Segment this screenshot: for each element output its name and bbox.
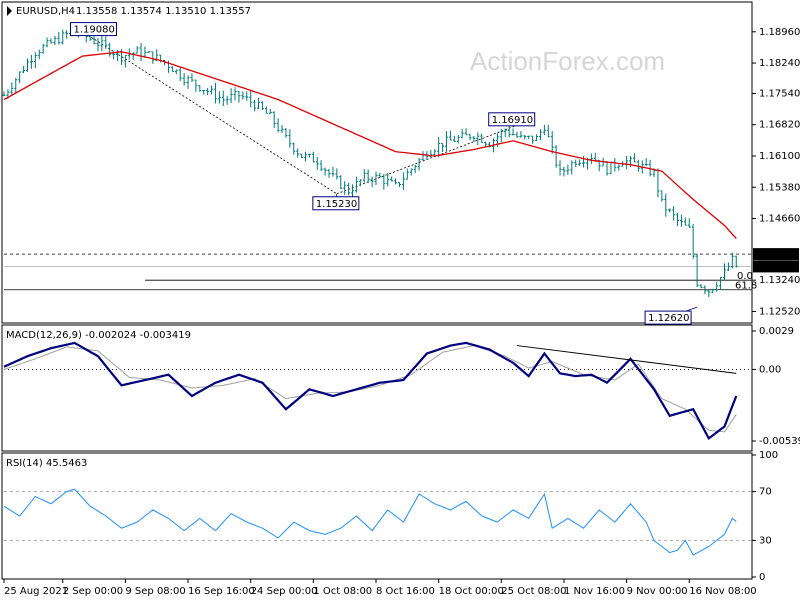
time-tick-label: 9 Sep 08:00 bbox=[125, 586, 185, 597]
fib-label-61-8: 61.8 bbox=[735, 281, 757, 292]
header-symbol: EURUSD,H4 bbox=[16, 6, 75, 17]
rsi-tick-label: 30 bbox=[759, 535, 772, 546]
header-ohlc: 1.13558 1.13574 1.13510 1.13557 bbox=[76, 6, 251, 17]
annotation-label: 1.12620 bbox=[648, 313, 689, 324]
price-tick-label: 1.15380 bbox=[759, 182, 800, 193]
rsi-tick-label: 0 bbox=[759, 572, 765, 583]
time-tick-label: 1 Nov 16:00 bbox=[564, 586, 625, 597]
macd-title: MACD(12,26,9) -0.002024 -0.003419 bbox=[6, 330, 191, 341]
rsi-layer: 100 70 30 0 bbox=[3, 450, 778, 583]
price-tick-label: 1.14660 bbox=[759, 214, 800, 225]
macd-tick-label: 0.0029 bbox=[759, 326, 794, 337]
time-tick-label: 8 Oct 16:00 bbox=[376, 586, 435, 597]
time-tick-label: 25 Aug 2021 bbox=[4, 586, 68, 597]
annotation-label: 1.15230 bbox=[316, 199, 357, 210]
header-label: EURUSD,H4 1.13558 1.13574 1.13510 1.1355… bbox=[7, 6, 251, 17]
watermark: ActionForex.com bbox=[470, 46, 665, 76]
rsi-panel-frame bbox=[1, 452, 753, 580]
annotation-label: 1.19080 bbox=[73, 25, 114, 36]
time-tick-label: 1 Oct 08:00 bbox=[313, 586, 372, 597]
rsi-line bbox=[3, 488, 737, 556]
time-tick-label: 24 Sep 00:00 bbox=[251, 586, 318, 597]
level-price-label: 1.13840 bbox=[757, 250, 798, 261]
macd-tick-label: 0.00 bbox=[759, 364, 781, 375]
time-tick-label: 18 Oct 00:00 bbox=[439, 586, 504, 597]
chart-window: ActionForex.com 1.19080 1.15230 1.16910 1.1… bbox=[0, 0, 800, 600]
price-tick-label: 1.13240 bbox=[759, 275, 800, 286]
macd-layer: 0.0029 0.00 -0.005396 bbox=[3, 326, 800, 447]
price-tick-label: 1.18240 bbox=[759, 58, 800, 69]
chart-canvas[interactable]: ActionForex.com 1.19080 1.15230 1.16910 1.1… bbox=[0, 0, 800, 600]
macd-panel-frame bbox=[1, 324, 753, 452]
current-price-label: 1.13557 bbox=[757, 262, 798, 273]
time-tick-label: 2 Sep 00:00 bbox=[63, 586, 123, 597]
moving-average-line bbox=[3, 51, 737, 239]
price-tick-label: 1.16100 bbox=[759, 151, 800, 162]
header-arrow-icon bbox=[7, 6, 12, 16]
price-tick-label: 1.16820 bbox=[759, 120, 800, 131]
time-tick-label: 9 Nov 00:00 bbox=[627, 586, 688, 597]
rsi-tick-label: 100 bbox=[759, 450, 778, 461]
price-tick-label: 1.17540 bbox=[759, 88, 800, 99]
price-tick-label: 1.18960 bbox=[759, 27, 800, 38]
time-axis: 25 Aug 20212 Sep 00:00 9 Sep 08:00 16 Sep … bbox=[3, 579, 757, 597]
macd-line bbox=[3, 341, 738, 441]
price-tick-label: 1.12520 bbox=[759, 306, 800, 317]
rsi-tick-label: 70 bbox=[759, 487, 772, 498]
time-tick-label: 16 Nov 08:00 bbox=[689, 586, 756, 597]
time-tick-label: 25 Oct 08:00 bbox=[501, 586, 566, 597]
price-axis: 1.18960 1.18240 1.17540 1.16820 1.16100 1.153… bbox=[752, 27, 800, 317]
macd-tick-label: -0.005396 bbox=[759, 436, 800, 447]
annotation-label: 1.16910 bbox=[492, 115, 533, 126]
macd-signal-line bbox=[3, 345, 737, 433]
rsi-title: RSI(14) 45.5463 bbox=[6, 458, 87, 469]
time-tick-label: 16 Sep 16:00 bbox=[188, 586, 255, 597]
trend-line-up bbox=[336, 120, 529, 195]
